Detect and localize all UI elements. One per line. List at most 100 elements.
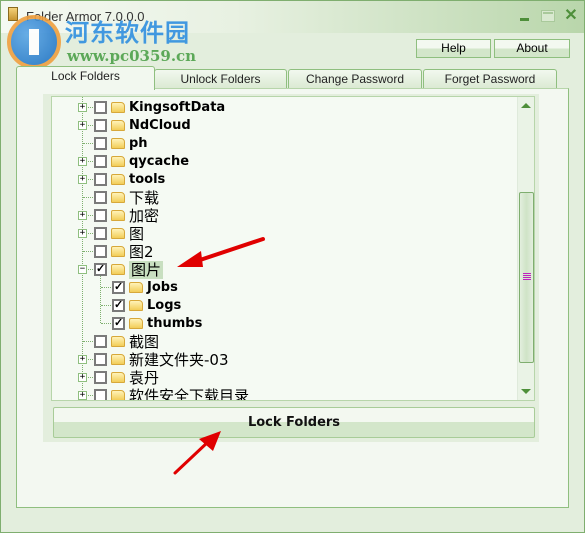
tree-item-label[interactable]: 图 [129,225,144,243]
expand-icon[interactable]: + [78,157,87,166]
tree-item[interactable]: + KingsoftData [52,99,512,117]
folder-icon [111,336,125,347]
expand-icon[interactable]: + [78,103,87,112]
tree-item-label[interactable]: thumbs [147,315,202,333]
folder-checkbox[interactable] [94,119,107,132]
folder-checkbox[interactable] [94,191,107,204]
tree-item-label[interactable]: 袁丹 [129,369,159,387]
tree-item-label[interactable]: KingsoftData [129,99,225,117]
tree-item[interactable]: 图2 [52,243,512,261]
tree-scrollbar[interactable] [517,97,534,400]
folder-icon [111,228,125,239]
folder-checkbox[interactable] [94,353,107,366]
folder-icon [111,372,125,383]
watermark-logo-icon [7,15,61,69]
folder-checkbox[interactable] [94,245,107,258]
folder-icon [111,102,125,113]
tab-forget-password[interactable]: Forget Password [423,69,557,88]
tree-item[interactable]: + tools [52,171,512,189]
tree-item-label[interactable]: tools [129,171,165,189]
expand-icon[interactable]: + [78,355,87,364]
tree-item-label[interactable]: 新建文件夹-03 [129,351,229,369]
folder-icon [129,300,143,311]
tree-item-label[interactable]: NdCloud [129,117,191,135]
folder-icon [111,390,125,400]
folder-checkbox[interactable] [94,173,107,186]
lock-folders-button[interactable]: Lock Folders [53,407,535,438]
folder-checkbox[interactable] [94,137,107,150]
folder-icon [129,318,143,329]
tree-item[interactable]: ✓ Logs [52,297,512,315]
tree-item-label[interactable]: 加密 [129,207,159,225]
scroll-grip-icon [523,273,531,281]
tree-item[interactable]: + qycache [52,153,512,171]
folder-icon [111,354,125,365]
collapse-icon[interactable]: − [78,265,87,274]
tree-item-label[interactable]: 图2 [129,243,154,261]
tree-item-label[interactable]: Jobs [147,279,178,297]
app-window: Folder Armor 7.0.0.0 ✕ 河东软件园 www.pc0359.… [0,0,585,533]
folder-checkbox[interactable] [94,335,107,348]
folder-checkbox[interactable]: ✓ [94,263,107,276]
tree-item[interactable]: + 加密 [52,207,512,225]
scroll-up-arrow-icon[interactable] [521,103,531,108]
tree-item[interactable]: + 图 [52,225,512,243]
tree-item[interactable]: − ✓ 图片 [52,261,512,279]
tab-change-password[interactable]: Change Password [288,69,422,88]
tree-item[interactable]: 截图 [52,333,512,351]
minimize-button[interactable] [518,10,532,22]
folder-icon [111,120,125,131]
folder-icon [111,138,125,149]
expand-icon[interactable]: + [78,391,87,400]
folder-icon [111,210,125,221]
folder-icon [111,246,125,257]
app-folder-icon [8,7,18,21]
tree-item[interactable]: + NdCloud [52,117,512,135]
scroll-down-arrow-icon[interactable] [521,389,531,394]
folder-icon [111,264,125,275]
tree-item[interactable]: ✓ Jobs [52,279,512,297]
folder-tree[interactable]: + KingsoftData + NdCloud ph + qycache + tools 下载 +… [51,96,535,401]
tab-unlock-folders[interactable]: Unlock Folders [154,69,287,88]
tree-item[interactable]: + 新建文件夹-03 [52,351,512,369]
folder-tree-viewport: + KingsoftData + NdCloud ph + qycache + tools 下载 +… [52,97,518,400]
folder-icon [111,174,125,185]
tab-lock-folders[interactable]: Lock Folders [16,66,155,90]
tree-item-label[interactable]: qycache [129,153,189,171]
tree-item-label[interactable]: Logs [147,297,181,315]
tree-item-label[interactable]: 下载 [129,189,159,207]
maximize-button[interactable] [541,10,555,22]
folder-checkbox[interactable]: ✓ [112,317,125,330]
folder-checkbox[interactable] [94,209,107,222]
scrollbar-thumb[interactable] [519,192,534,363]
tree-item-label[interactable]: 截图 [129,333,159,351]
folder-checkbox[interactable]: ✓ [112,299,125,312]
tree-item[interactable]: + 软件安全下载目录 [52,387,512,400]
expand-icon[interactable]: + [78,373,87,382]
tree-item-label[interactable]: ph [129,135,148,153]
folder-checkbox[interactable] [94,155,107,168]
folder-checkbox[interactable] [94,371,107,384]
expand-icon[interactable]: + [78,211,87,220]
tree-item[interactable]: ✓ thumbs [52,315,512,333]
expand-icon[interactable]: + [78,229,87,238]
folder-checkbox[interactable] [94,227,107,240]
help-button[interactable]: Help [416,39,491,58]
tree-item[interactable]: + 袁丹 [52,369,512,387]
folder-checkbox[interactable] [94,101,107,114]
folder-icon [111,156,125,167]
expand-icon[interactable]: + [78,175,87,184]
watermark-url: www.pc0359.cn [67,47,197,65]
tree-item-label[interactable]: 图片 [129,261,164,279]
folder-icon [111,192,125,203]
folder-icon [129,282,143,293]
folder-checkbox[interactable]: ✓ [112,281,125,294]
expand-icon[interactable]: + [78,121,87,130]
about-button[interactable]: About [494,39,570,58]
watermark-site-name: 河东软件园 [65,19,190,47]
tree-item-label[interactable]: 软件安全下载目录 [129,387,249,400]
folder-checkbox[interactable] [94,389,107,400]
close-button[interactable]: ✕ [564,8,578,24]
tree-item[interactable]: ph [52,135,512,153]
tree-item[interactable]: 下载 [52,189,512,207]
